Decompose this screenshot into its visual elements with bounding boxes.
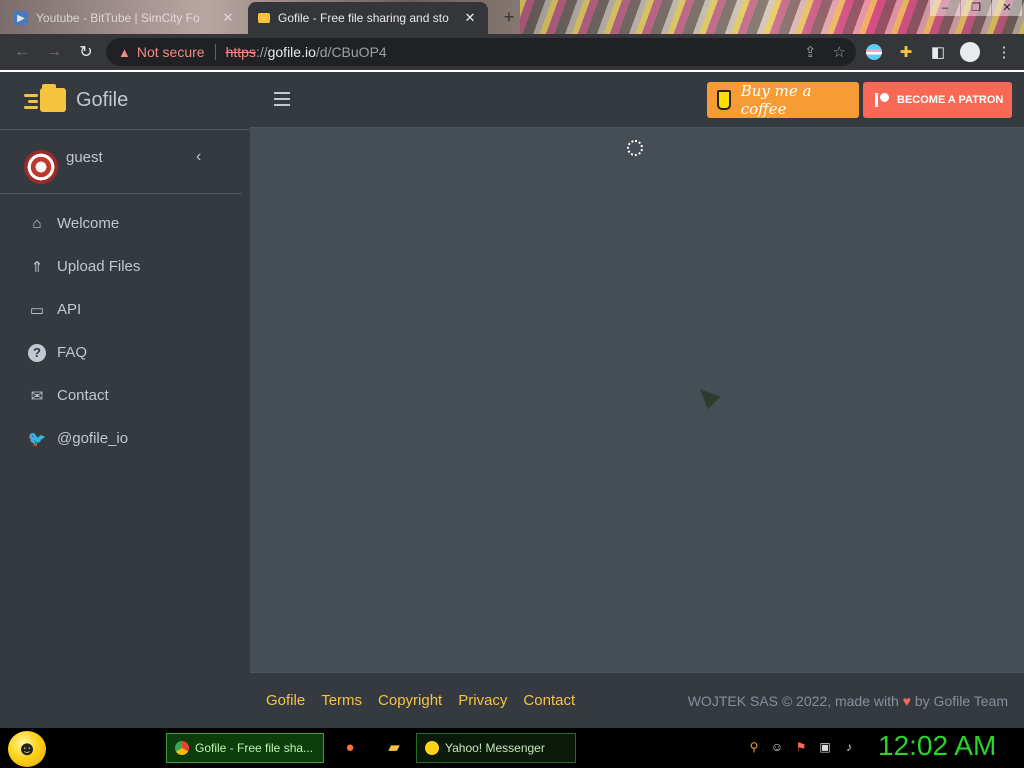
twitter-icon: 🐦 [27, 430, 47, 448]
question-circle-icon: ? [26, 343, 48, 363]
footer-link-terms[interactable]: Terms [321, 692, 362, 709]
address-bar[interactable]: ▲ Not secure https :// gofile.io /d/CBuO… [106, 38, 856, 66]
url-host: gofile.io [267, 44, 316, 60]
taskbar-item-chrome[interactable]: Gofile - Free file sha... [166, 733, 324, 763]
browser-tab-strip: ▶ Youtube - BitTube | SimCity Fo ✕ Gofil… [0, 0, 1024, 34]
brand-link[interactable]: Gofile [0, 72, 250, 130]
tab-close-icon[interactable]: ✕ [462, 10, 478, 26]
sidebar-nav: ⌂ Welcome ⇑ Upload Files ▭ API ? FAQ ✉ C… [0, 194, 250, 460]
mouse-cursor-icon [693, 382, 721, 410]
sidebar-item-label: Contact [57, 387, 109, 404]
coffee-cup-icon [717, 90, 731, 110]
bookmark-star-icon[interactable]: ☆ [833, 43, 846, 61]
sidebar-item-label: Welcome [57, 215, 120, 232]
forward-button[interactable]: → [38, 36, 70, 68]
puzzle-extensions-icon[interactable]: ✚ [896, 42, 916, 62]
bittube-favicon-icon: ▶ [14, 11, 28, 25]
back-button[interactable]: ← [6, 36, 38, 68]
top-navbar: Buy me a coffee BECOME A PATRON [250, 70, 1024, 128]
loading-spinner-icon [627, 140, 643, 156]
buy-coffee-label: Buy me a coffee [740, 82, 812, 118]
footer-link-privacy[interactable]: Privacy [458, 692, 507, 709]
sidebar-item-label: API [57, 301, 82, 318]
sidebar-item-twitter[interactable]: 🐦 @gofile_io [0, 417, 250, 460]
footer-link-contact[interactable]: Contact [523, 692, 575, 709]
footer: Gofile Terms Copyright Privacy Contact W… [250, 672, 1024, 728]
yahoo-smiley-icon [425, 741, 439, 755]
start-button-smiley-icon[interactable]: ☻ [8, 731, 46, 767]
url-scheme: https [225, 44, 256, 60]
search-icon[interactable]: ⚲ [746, 739, 762, 755]
new-tab-button[interactable]: + [498, 6, 520, 28]
taskbar-clock[interactable]: 12:02 AM [878, 730, 996, 762]
flag-icon[interactable]: ⚑ [793, 739, 809, 755]
tab-title: Gofile - Free file sharing and sto [278, 11, 449, 25]
tab-title: Youtube - BitTube | SimCity Fo [36, 11, 200, 25]
footer-link-copyright[interactable]: Copyright [378, 692, 442, 709]
menu-dots-icon[interactable]: ⋮ [994, 42, 1014, 62]
main-content [250, 128, 1024, 672]
tab-bittube[interactable]: ▶ Youtube - BitTube | SimCity Fo ✕ [4, 2, 246, 34]
taskbar-item-label: Yahoo! Messenger [445, 741, 545, 755]
footer-copyright: WOJTEK SAS © 2022, made with ♥ by Gofile… [688, 693, 1008, 709]
footer-link-gofile[interactable]: Gofile [266, 692, 305, 709]
url-path: /d/CBuOP4 [315, 44, 387, 60]
sidebar-item-label: FAQ [57, 344, 88, 361]
taskbar-item-yahoo-messenger[interactable]: Yahoo! Messenger [416, 733, 576, 763]
taskbar: ☻ Gofile - Free file sha... ● ▰ Yahoo! M… [0, 728, 1024, 768]
user-panel: guest ‹ [0, 130, 242, 194]
gofile-logo-icon [24, 83, 68, 116]
profile-icon[interactable] [960, 42, 980, 62]
username[interactable]: guest [66, 149, 103, 166]
buy-me-a-coffee-button[interactable]: Buy me a coffee [707, 82, 859, 118]
patron-label: BECOME A PATRON [897, 94, 1004, 106]
close-window-button[interactable]: ✕ [992, 0, 1022, 16]
sidebar: Gofile guest ‹ ⌂ Welcome ⇑ Upload Files … [0, 70, 250, 728]
brand-name: Gofile [76, 89, 129, 111]
minimize-button[interactable]: – [930, 0, 960, 16]
tab-gofile[interactable]: Gofile - Free file sharing and sto ✕ [248, 2, 488, 34]
sidebar-item-api[interactable]: ▭ API [0, 288, 250, 331]
url-separator: :// [255, 44, 268, 60]
gofile-favicon-icon [258, 13, 270, 23]
warning-icon: ▲ [118, 44, 131, 60]
patreon-icon [875, 93, 889, 107]
restore-button[interactable]: ❐ [961, 0, 991, 16]
file-upload-icon: ⇑ [30, 258, 44, 276]
messenger-tray-icon[interactable]: ☺ [769, 739, 785, 755]
sidebar-item-welcome[interactable]: ⌂ Welcome [0, 202, 250, 245]
sidebar-item-label: Upload Files [57, 258, 141, 275]
copyright-prefix: WOJTEK SAS © 2022, made with [687, 692, 899, 709]
laptop-code-icon: ▭ [29, 301, 45, 319]
extension-icon[interactable] [864, 42, 884, 62]
hamburger-menu-icon[interactable] [274, 92, 290, 106]
side-panel-icon[interactable]: ◧ [928, 42, 948, 62]
envelope-icon: ✉ [30, 387, 44, 405]
security-label[interactable]: Not secure [137, 44, 205, 60]
sidebar-item-faq[interactable]: ? FAQ [0, 331, 250, 374]
taskbar-item-label: Gofile - Free file sha... [195, 741, 314, 755]
network-icon[interactable]: ▣ [817, 739, 833, 755]
omnibox-separator [214, 44, 216, 60]
folder-icon[interactable]: ▰ [384, 737, 404, 757]
copyright-suffix: by Gofile Team [914, 692, 1008, 709]
chrome-icon [175, 741, 189, 755]
sidebar-item-contact[interactable]: ✉ Contact [0, 374, 250, 417]
tab-close-icon[interactable]: ✕ [220, 10, 236, 26]
become-patron-button[interactable]: BECOME A PATRON [863, 82, 1012, 118]
share-icon[interactable]: ⇪ [804, 43, 817, 61]
reload-button[interactable]: ↻ [70, 36, 102, 68]
avatar [24, 149, 58, 184]
volume-icon[interactable]: ♪ [841, 739, 857, 755]
sidebar-item-upload-files[interactable]: ⇑ Upload Files [0, 245, 250, 288]
firefox-icon[interactable]: ● [340, 737, 360, 757]
chevron-left-icon[interactable]: ‹ [196, 148, 201, 166]
heart-icon: ♥ [902, 692, 911, 709]
home-icon: ⌂ [32, 215, 42, 232]
sidebar-item-label: @gofile_io [57, 430, 129, 447]
